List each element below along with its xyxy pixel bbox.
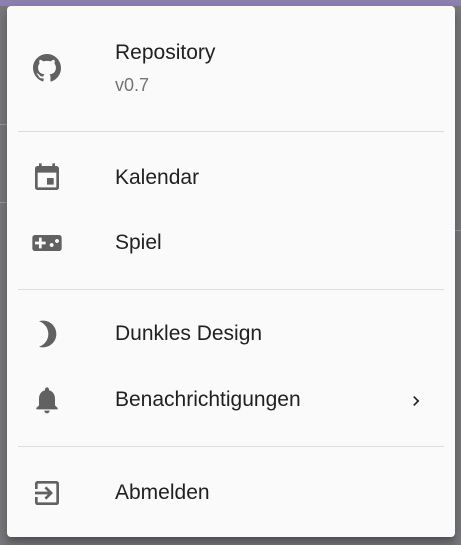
logout-icon <box>31 477 63 509</box>
menu-divider <box>18 131 444 132</box>
benachrichtigungen-label: Benachrichtigungen <box>115 388 301 411</box>
app-menu: Repository v0.7 Kalendar Spiel Dunkles D… <box>7 6 455 537</box>
github-icon <box>31 52 63 84</box>
menu-item-benachrichtigungen[interactable]: Benachrichtigungen <box>7 368 455 432</box>
bell-icon <box>31 384 63 416</box>
menu-divider <box>18 446 444 447</box>
calendar-icon <box>31 162 63 194</box>
menu-item-spiel[interactable]: Spiel <box>7 211 455 275</box>
menu-item-kalendar[interactable]: Kalendar <box>7 146 455 210</box>
kalendar-label: Kalendar <box>115 166 200 189</box>
version-text: v0.7 <box>115 75 150 95</box>
gamepad-icon <box>31 227 63 259</box>
chevron-right-icon <box>406 391 426 411</box>
menu-item-abmelden[interactable]: Abmelden <box>7 461 455 525</box>
spiel-label: Spiel <box>115 231 162 254</box>
dunkles-design-label: Dunkles Design <box>115 322 263 345</box>
moon-icon <box>31 318 63 350</box>
abmelden-label: Abmelden <box>115 481 210 504</box>
repository-label: Repository <box>115 41 216 64</box>
menu-item-repository[interactable]: Repository v0.7 <box>7 6 455 126</box>
menu-divider <box>18 289 444 290</box>
menu-item-dunkles-design[interactable]: Dunkles Design <box>7 302 455 366</box>
